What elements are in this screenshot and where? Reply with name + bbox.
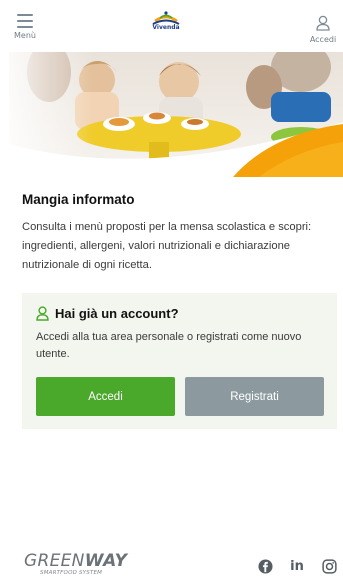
register-button[interactable]: Registrati	[185, 377, 324, 416]
vivenda-logo[interactable]: Vivenda	[149, 10, 183, 34]
brand-name-light: GREEN	[24, 551, 85, 571]
logo-text: Vivenda	[152, 24, 180, 31]
menu-label: Menù	[14, 31, 36, 40]
header: Menù Vivenda Accedi	[0, 0, 343, 52]
login-button[interactable]: Accedi	[36, 377, 175, 416]
account-card-text: Accedi alla tua area personale o registr…	[36, 331, 302, 360]
user-icon	[36, 305, 49, 321]
greenway-logo[interactable]: GREENWAY SMARTFOOD SYSTEM	[24, 552, 134, 582]
intro-title: Mangia informato	[22, 192, 135, 207]
brand-name: GREENWAY	[24, 552, 134, 570]
instagram-icon	[321, 558, 337, 574]
hero-image	[9, 52, 343, 177]
linkedin-icon: in	[290, 558, 304, 574]
intro-text: Consulta i menù proposti per la mensa sc…	[22, 221, 312, 271]
facebook-link[interactable]	[256, 557, 274, 575]
school-canteen-photo	[9, 52, 343, 177]
account-card: Hai già un account? Accedi alla tua area…	[22, 293, 337, 429]
footer: GREENWAY SMARTFOOD SYSTEM in	[0, 545, 343, 582]
facebook-icon	[257, 558, 273, 574]
brand-name-bold: WAY	[84, 551, 128, 571]
menu-button[interactable]: Menù	[10, 6, 40, 48]
user-icon	[316, 15, 330, 31]
account-card-header: Hai già un account?	[36, 304, 179, 322]
account-card-title: Hai già un account?	[55, 305, 179, 321]
linkedin-link[interactable]: in	[288, 557, 306, 575]
login-label: Accedi	[309, 35, 337, 44]
hamburger-icon	[17, 14, 33, 28]
instagram-link[interactable]	[320, 557, 338, 575]
login-header-button[interactable]: Accedi	[307, 6, 339, 48]
